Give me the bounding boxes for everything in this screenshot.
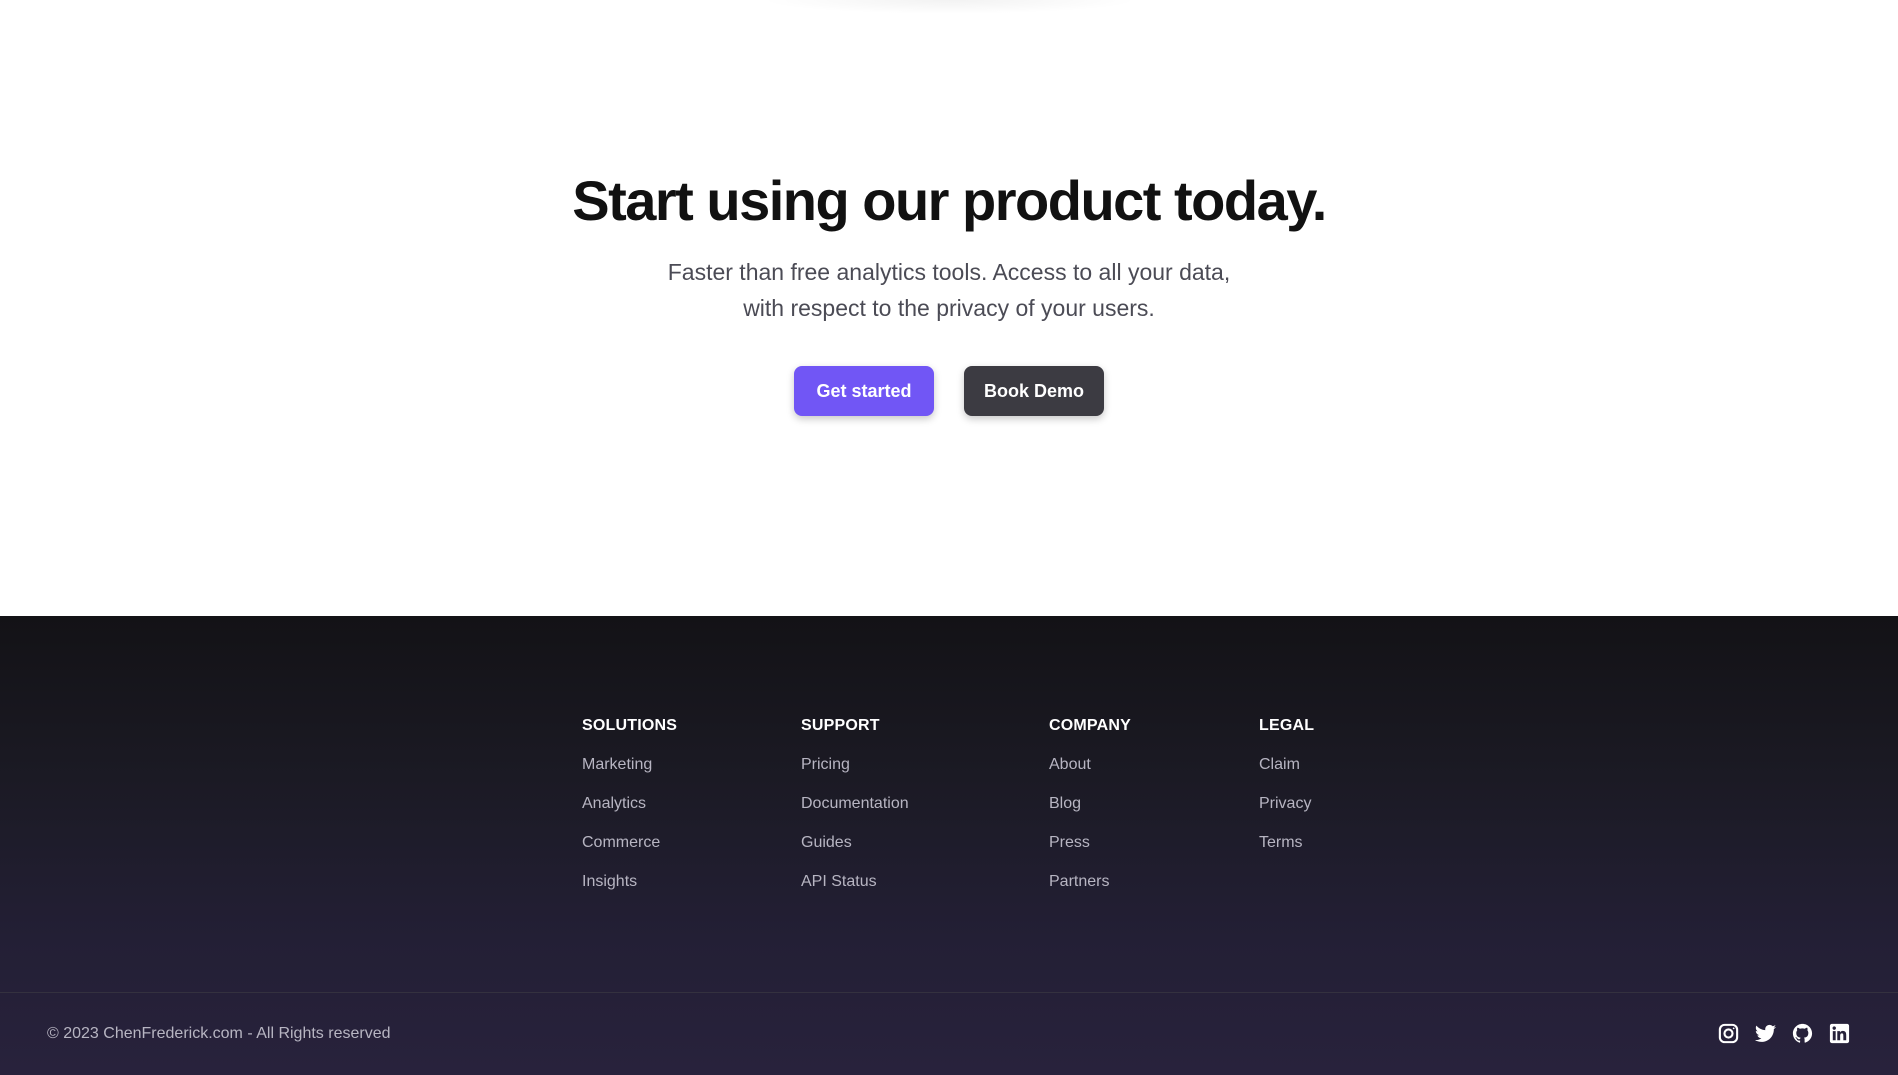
- footer-link-about[interactable]: About: [1049, 754, 1131, 793]
- footer-link-marketing[interactable]: Marketing: [582, 754, 677, 793]
- footer-heading-solutions: SOLUTIONS: [582, 717, 678, 734]
- footer-link-insights[interactable]: Insights: [582, 871, 677, 910]
- footer-link-pricing[interactable]: Pricing: [801, 754, 909, 793]
- cta-subtitle-line-1: Faster than free analytics tools. Access…: [667, 259, 1231, 285]
- social-links: [1717, 1022, 1851, 1045]
- footer-divider: [0, 992, 1898, 993]
- book-demo-button[interactable]: Book Demo: [964, 366, 1104, 416]
- footer-link-api-status[interactable]: API Status: [801, 871, 909, 910]
- footer-column-company: COMPANY About Blog Press Partners: [1049, 716, 1131, 910]
- cta-title: Start using our product today.: [572, 169, 1327, 232]
- footer-link-terms[interactable]: Terms: [1259, 832, 1314, 871]
- footer-column-support: SUPPORT Pricing Documentation Guides API…: [801, 716, 909, 910]
- footer-column-solutions: SOLUTIONS Marketing Analytics Commerce I…: [582, 716, 677, 910]
- footer-link-partners[interactable]: Partners: [1049, 871, 1131, 910]
- footer-heading-support: SUPPORT: [801, 717, 880, 734]
- footer-heading-legal: LEGAL: [1259, 717, 1315, 734]
- get-started-button[interactable]: Get started: [794, 366, 934, 416]
- instagram-icon[interactable]: [1717, 1022, 1740, 1045]
- footer-link-privacy[interactable]: Privacy: [1259, 793, 1314, 832]
- site-footer: SOLUTIONS Marketing Analytics Commerce I…: [0, 616, 1898, 1075]
- footer-link-guides[interactable]: Guides: [801, 832, 909, 871]
- cta-section: Start using our product today. Faster th…: [0, 0, 1898, 616]
- footer-heading-company: COMPANY: [1049, 717, 1131, 734]
- github-icon[interactable]: [1791, 1022, 1814, 1045]
- footer-link-commerce[interactable]: Commerce: [582, 832, 677, 871]
- footer-columns: SOLUTIONS Marketing Analytics Commerce I…: [0, 716, 1898, 916]
- linkedin-icon[interactable]: [1828, 1022, 1851, 1045]
- cta-subtitle: Faster than free analytics tools. Access…: [0, 254, 1898, 326]
- cta-subtitle-line-2: with respect to the privacy of your user…: [743, 295, 1155, 321]
- footer-column-legal: LEGAL Claim Privacy Terms: [1259, 716, 1314, 871]
- footer-link-analytics[interactable]: Analytics: [582, 793, 677, 832]
- cta-buttons: Get started Book Demo: [0, 366, 1898, 416]
- twitter-icon[interactable]: [1754, 1022, 1777, 1045]
- footer-link-documentation[interactable]: Documentation: [801, 793, 909, 832]
- footer-link-press[interactable]: Press: [1049, 832, 1131, 871]
- footer-link-blog[interactable]: Blog: [1049, 793, 1131, 832]
- copyright-text: © 2023 ChenFrederick.com - All Rights re…: [47, 1025, 391, 1042]
- footer-link-claim[interactable]: Claim: [1259, 754, 1314, 793]
